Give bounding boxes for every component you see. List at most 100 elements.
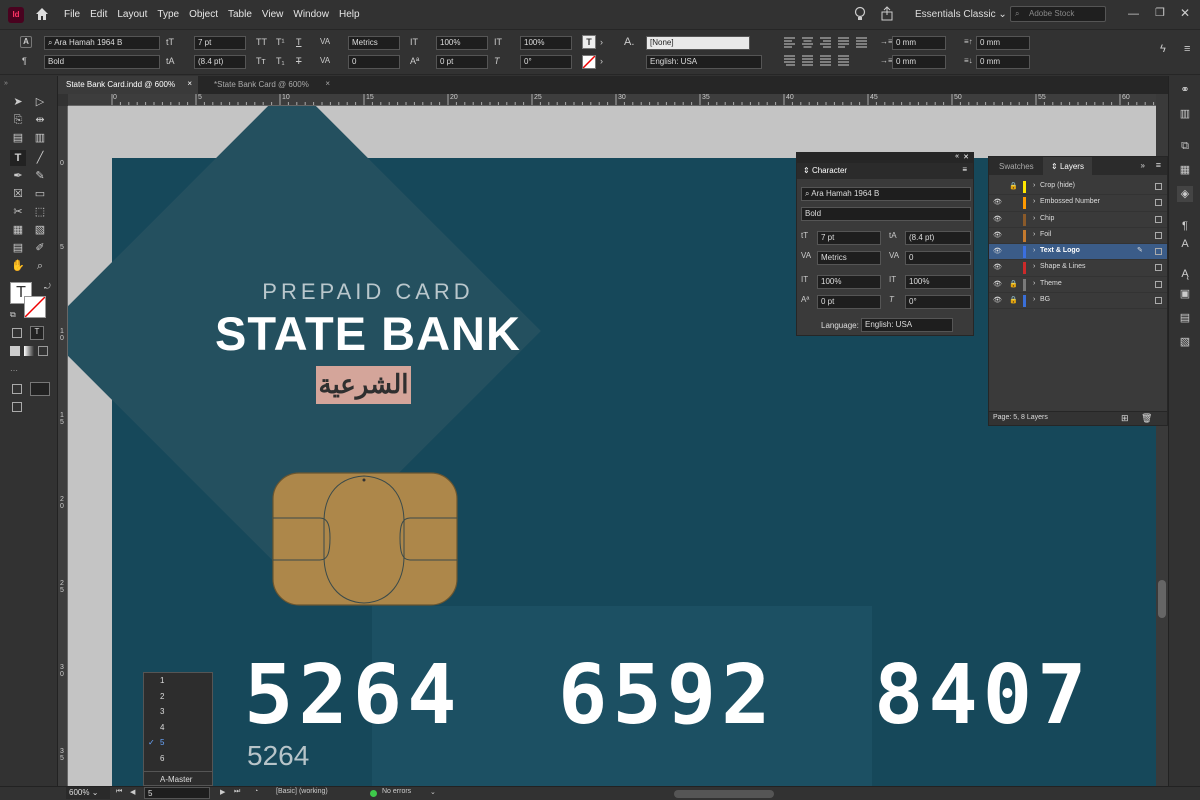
- menu-table[interactable]: Table: [228, 9, 252, 20]
- lightbulb-icon[interactable]: [854, 6, 866, 24]
- page-menu-item-selected[interactable]: ✓ 5: [144, 735, 212, 751]
- chevron-right-icon[interactable]: ›: [1033, 263, 1035, 270]
- all-caps-icon[interactable]: TT: [256, 37, 267, 47]
- char-hscale-field[interactable]: 100%: [905, 275, 971, 289]
- note-tool-icon[interactable]: ▤: [10, 240, 26, 256]
- left-indent-field[interactable]: 0 mm: [892, 36, 946, 50]
- home-icon[interactable]: [34, 6, 50, 22]
- character-style-field[interactable]: [None]: [646, 36, 750, 50]
- layer-row[interactable]: 👁 › Chip: [989, 212, 1167, 228]
- next-page-icon[interactable]: ▶: [220, 788, 225, 796]
- space-before-field[interactable]: 0 mm: [976, 36, 1030, 50]
- char-font-style-field[interactable]: Bold: [801, 207, 971, 221]
- panel-menu-icon[interactable]: ≡: [962, 165, 967, 174]
- eye-icon[interactable]: 👁: [993, 247, 1002, 255]
- adobe-stock-search[interactable]: ⌕ Adobe Stock: [1010, 6, 1106, 22]
- layer-select-box[interactable]: [1155, 231, 1162, 239]
- chevron-right-icon[interactable]: ›: [1033, 296, 1035, 303]
- eye-icon[interactable]: 👁: [993, 231, 1002, 239]
- page-menu-item[interactable]: 2: [144, 689, 212, 705]
- cc-libraries-icon[interactable]: ▥: [1177, 106, 1193, 122]
- char-baseline-field[interactable]: 0 pt: [817, 295, 881, 309]
- char-font-size-field[interactable]: 7 pt: [817, 231, 881, 245]
- page-menu-item[interactable]: 1: [144, 673, 212, 689]
- preflight-profile[interactable]: [Basic] (working): [276, 788, 328, 795]
- chevron-right-icon[interactable]: ›: [600, 37, 603, 47]
- char-kerning-field[interactable]: Metrics: [817, 251, 881, 265]
- normal-view-icon[interactable]: [12, 384, 22, 394]
- workspace-switcher[interactable]: Essentials Classic ⌄: [915, 9, 1007, 20]
- layer-row[interactable]: 👁 › Shape & Lines: [989, 260, 1167, 277]
- chevron-right-icon-2[interactable]: ›: [600, 56, 603, 66]
- tab-swatches[interactable]: Swatches: [999, 162, 1034, 171]
- pencil-tool-icon[interactable]: ✎: [32, 168, 48, 184]
- effects-icon[interactable]: ▧: [1177, 334, 1193, 350]
- glyphs-icon[interactable]: Ą: [1177, 266, 1193, 282]
- menu-object[interactable]: Object: [189, 9, 218, 20]
- layer-select-box[interactable]: [1155, 183, 1162, 190]
- baseline-shift-field[interactable]: 0 pt: [436, 55, 488, 69]
- apply-gradient-icon[interactable]: [24, 346, 34, 356]
- strikethrough-icon[interactable]: T: [296, 56, 302, 66]
- small-caps-icon[interactable]: Tт: [256, 56, 266, 66]
- preflight-errors[interactable]: No errors: [382, 788, 411, 795]
- maximize-button[interactable]: ❐: [1155, 6, 1165, 19]
- layer-row[interactable]: 👁 › Embossed Number: [989, 195, 1167, 212]
- space-after-field[interactable]: 0 mm: [976, 55, 1030, 69]
- panel-menu-icon[interactable]: ≡: [1156, 160, 1161, 170]
- superscript-icon[interactable]: T¹: [276, 37, 285, 47]
- char-leading-field[interactable]: (8.4 pt): [905, 231, 971, 245]
- horizontal-ruler[interactable]: 0 5 10 15 20 25 30 35 40 45 50 55 60: [68, 94, 1156, 106]
- tab-layers[interactable]: ⇕ Layers: [1043, 157, 1092, 175]
- rectangle-tool-icon[interactable]: ▭: [32, 186, 48, 202]
- swatches-icon[interactable]: ▦: [1177, 162, 1193, 178]
- text-wrap-icon[interactable]: ▣: [1177, 286, 1193, 302]
- gap-tool-icon[interactable]: ⇹: [32, 112, 48, 128]
- char-tracking-field[interactable]: 0: [905, 251, 971, 265]
- close-icon[interactable]: ×: [187, 79, 192, 88]
- selection-tool-icon[interactable]: ➤: [10, 94, 26, 110]
- menu-layout[interactable]: Layout: [117, 9, 147, 20]
- minimize-button[interactable]: —: [1128, 8, 1139, 20]
- lock-icon[interactable]: 🔒: [1009, 280, 1018, 288]
- font-size-field[interactable]: 7 pt: [194, 36, 246, 50]
- paragraph-styles-icon[interactable]: ¶: [1177, 218, 1193, 234]
- layer-row[interactable]: 👁 🔒 › BG: [989, 293, 1167, 310]
- lightning-icon[interactable]: ϟ: [1160, 43, 1166, 55]
- preview-mode-icon[interactable]: [12, 402, 22, 412]
- links-icon[interactable]: ⚭: [1177, 82, 1193, 98]
- lock-icon[interactable]: 🔒: [1009, 296, 1018, 304]
- paragraph-mode-button[interactable]: ¶: [22, 56, 27, 66]
- gradient-swatch-tool-icon[interactable]: ▦: [10, 222, 26, 238]
- card-number-group-3[interactable]: 8407: [874, 648, 1091, 743]
- close-icon[interactable]: ×: [325, 79, 330, 88]
- layer-select-box[interactable]: [1155, 280, 1162, 288]
- pages-icon[interactable]: ⧉: [1177, 138, 1193, 154]
- menu-window[interactable]: Window: [293, 9, 329, 20]
- layer-select-box[interactable]: [1155, 264, 1162, 272]
- page-menu-item[interactable]: 4: [144, 720, 212, 736]
- zoom-field[interactable]: 600% ⌄: [66, 787, 110, 799]
- menu-help[interactable]: Help: [339, 9, 360, 20]
- layer-row[interactable]: 👁 › Foil: [989, 228, 1167, 245]
- apply-color-icon[interactable]: [10, 346, 20, 356]
- page-thumbnail-icon[interactable]: ◔: [254, 788, 258, 795]
- eye-icon[interactable]: 👁: [993, 215, 1002, 223]
- default-fill-stroke-icon[interactable]: ⧉: [10, 310, 16, 320]
- skew-field[interactable]: 0°: [520, 55, 572, 69]
- stroke-icon[interactable]: ▤: [1177, 310, 1193, 326]
- menu-view[interactable]: View: [262, 9, 284, 20]
- close-button[interactable]: ✕: [1180, 6, 1190, 20]
- chevron-right-icon[interactable]: ›: [1033, 231, 1035, 238]
- collapse-icon[interactable]: «: [955, 153, 959, 160]
- page-menu-item[interactable]: 3: [144, 704, 212, 720]
- card-subtitle[interactable]: PREPAID CARD: [248, 279, 488, 305]
- eye-icon[interactable]: 👁: [993, 263, 1002, 271]
- chevron-right-icon[interactable]: ›: [1033, 198, 1035, 205]
- rectangle-frame-tool-icon[interactable]: ☒: [10, 186, 26, 202]
- trash-icon[interactable]: 🗑: [1141, 413, 1152, 424]
- card-arabic-text[interactable]: الشرعية: [316, 366, 411, 404]
- font-style-field[interactable]: Bold: [44, 55, 160, 69]
- underline-icon[interactable]: T: [296, 37, 302, 47]
- share-icon[interactable]: [880, 6, 894, 24]
